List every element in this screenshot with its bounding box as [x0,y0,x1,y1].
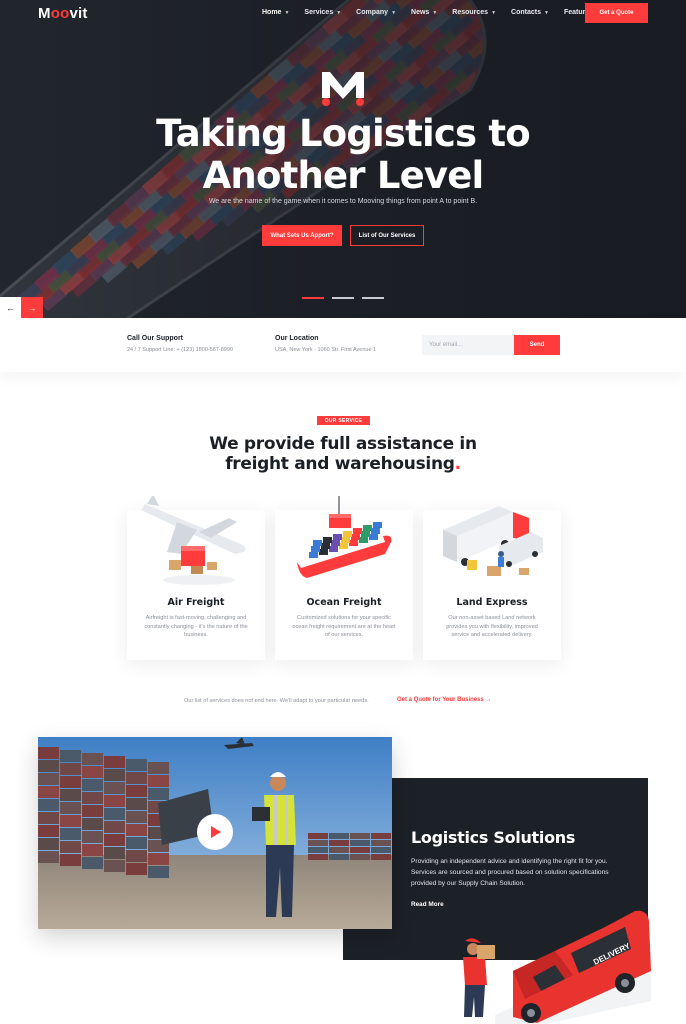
slider-pagination [302,297,384,299]
location-title: Our Location [275,335,319,342]
hero-section: Moovit Home ▼ Services ▼ Company ▼ News ▼ Re… [0,0,686,318]
brand-m-icon [322,72,364,106]
get-quote-button[interactable]: Get a Quote [585,3,648,23]
slide-dot-2[interactable] [332,297,354,299]
get-quote-business-link[interactable]: Get a Quote for Your Business → [397,697,491,703]
chevron-down-icon: ▼ [391,9,397,16]
support-title: Call Our Support [127,335,183,342]
logo-text: M [38,5,51,22]
hero-title: Taking Logistics to Another Level [0,113,686,197]
nav-item-company[interactable]: Company ▼ [356,9,396,16]
brand-logo[interactable]: Moovit [38,5,88,22]
nav-item-resources[interactable]: Resources ▼ [452,9,496,16]
play-button-icon[interactable] [197,814,233,850]
chevron-down-icon: ▼ [491,9,497,16]
slider-next-arrow-icon[interactable]: → [21,297,43,318]
location-address: USA, New York - 1060 Str. First Avenue 1 [275,347,377,353]
delivery-van-illustration: DELIVERY [463,910,651,1024]
services-heading: We provide full assistance in freight an… [0,434,686,474]
card-description: Our non-asset based Land network provide… [446,615,538,638]
our-service-badge: OUR SERVICE [317,416,370,425]
send-button[interactable]: Send [514,335,560,355]
support-phone: 24 / 7 Support Line: + (123) 1800-567-89… [127,347,233,353]
nav-item-services[interactable]: Services ▼ [304,9,341,16]
logistics-description: Providing an independent advice and iden… [411,858,609,887]
card-description: Airfreight is fast-moving, challenging a… [144,615,248,638]
support-info: Call Our Support 24 / 7 Support Line: + … [127,335,233,353]
airplane-illustration-icon [141,496,246,585]
hero-subtitle: We are the name of the game when it come… [208,198,478,205]
list-of-services-button[interactable]: List of Our Services [350,225,424,246]
chevron-down-icon: ▼ [284,9,290,16]
logistics-title: Logistics Solutions [411,828,576,847]
hero-title-line-2: Another Level [202,154,485,197]
what-sets-us-apart-button[interactable]: What Sets Us Apport? [262,225,342,246]
services-heading-line-2: freight and warehousing [225,454,455,474]
top-navigation: Moovit Home ▼ Services ▼ Company ▼ News ▼ Re… [0,0,686,28]
services-heading-line-1: We provide full assistance in [209,434,477,454]
slide-dot-1[interactable] [302,297,324,299]
card-title: Ocean Freight [306,597,382,608]
slide-dot-3[interactable] [362,297,384,299]
service-card-ocean-freight[interactable]: Ocean Freight Customized solutions for y… [275,496,413,660]
contact-info-strip: Call Our Support 24 / 7 Support Line: + … [0,318,686,372]
slider-prev-arrow-icon[interactable]: ← [0,297,21,318]
chevron-down-icon: ▼ [336,9,342,16]
card-title: Land Express [456,597,528,608]
nav-item-contacts[interactable]: Contacts ▼ [511,9,549,16]
card-title: Air Freight [167,597,225,608]
logo-accent: oo [50,5,70,22]
cargo-ship-illustration-icon [297,496,392,578]
logo-text-end: vit [69,5,88,22]
nav-item-home[interactable]: Home ▼ [262,9,289,16]
read-more-link[interactable]: Read More [411,901,444,908]
email-input[interactable]: Your email... [422,335,514,355]
services-more-text: Our list of services does not end here. … [184,698,369,704]
main-menu: Home ▼ Services ▼ Company ▼ News ▼ Resources… [262,9,616,16]
hero-title-line-1: Taking Logistics to [156,112,531,155]
heading-accent-dot: . [454,454,461,474]
chevron-down-icon: ▼ [432,9,438,16]
play-icon [211,826,221,838]
chevron-down-icon: ▼ [543,9,549,16]
location-info: Our Location USA, New York - 1060 Str. F… [275,335,376,353]
nav-item-news[interactable]: News ▼ [411,9,437,16]
card-description: Customized solutions for your specific o… [292,615,396,638]
service-card-air-freight[interactable]: Air Freight Airfreight is fast-moving, c… [127,496,265,660]
truck-illustration-icon [443,506,543,576]
service-card-land-express[interactable]: Land Express Our non-asset based Land ne… [423,506,561,660]
